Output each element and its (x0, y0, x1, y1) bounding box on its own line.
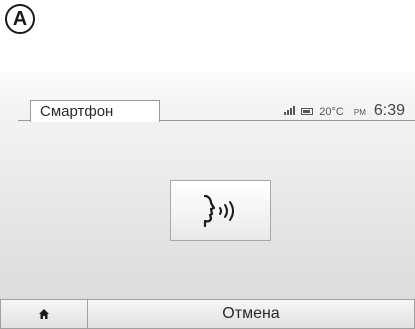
voice-recognition-icon (203, 194, 234, 227)
clock-time: 6:39 (373, 102, 405, 119)
home-button[interactable] (0, 299, 88, 329)
tab-smartphone-label: Смартфон (40, 103, 114, 120)
voice-recognition-button[interactable] (170, 180, 271, 241)
bottom-bar: Отмена (0, 299, 415, 329)
cancel-button[interactable]: Отмена (88, 299, 415, 329)
page: A Смартфон 20°C PM 6:39 Отмена (0, 0, 415, 329)
header: Смартфон 20°C PM 6:39 (0, 66, 415, 122)
home-icon (39, 309, 49, 319)
figure-marker-label: A (12, 7, 28, 30)
temperature-readout: 20°C (319, 106, 344, 118)
cancel-button-label: Отмена (222, 305, 280, 322)
ampm-indicator: PM (353, 108, 366, 117)
signal-bars-icon (284, 105, 296, 115)
battery-icon (301, 108, 314, 115)
multimedia-screen: Смартфон 20°C PM 6:39 Отмена (0, 66, 415, 329)
status-bar: 20°C PM 6:39 (284, 102, 405, 120)
tab-smartphone: Смартфон (30, 100, 160, 122)
figure-marker: A (5, 4, 35, 34)
